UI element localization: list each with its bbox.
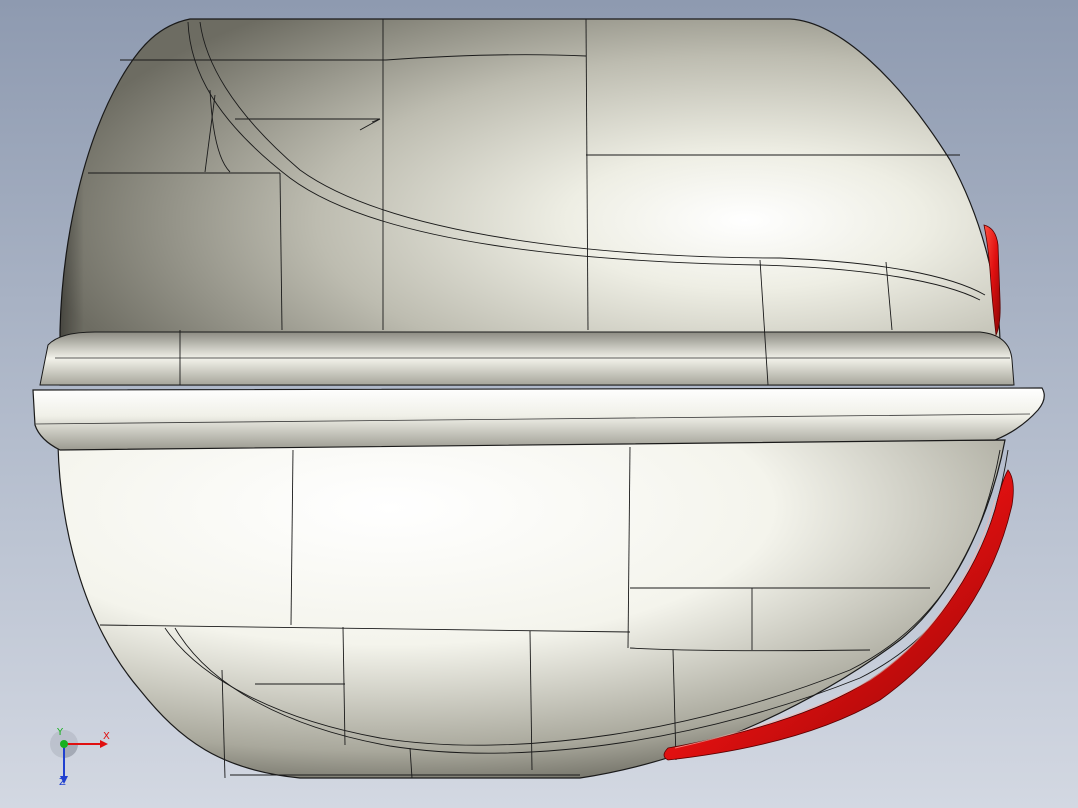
reference-triad: X Y Z [48,728,120,792]
triad-x-label: X [103,731,110,742]
cad-model[interactable] [0,0,1078,808]
graphics-viewport[interactable]: X Y Z [0,0,1078,808]
triad-z-label: Z [59,777,66,788]
triad-y-label: Y [57,727,64,738]
upper-band [39,331,1015,386]
